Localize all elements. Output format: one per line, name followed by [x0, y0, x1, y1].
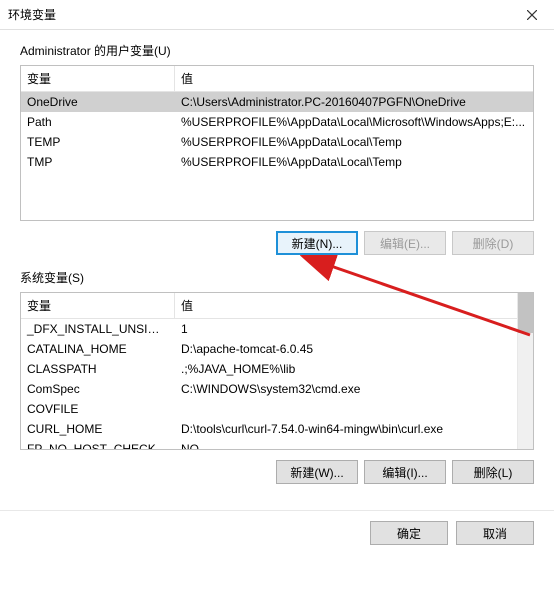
sys-edit-button[interactable]: 编辑(I)... — [364, 460, 446, 484]
cell-var: TEMP — [21, 132, 175, 152]
user-header-val[interactable]: 值 — [175, 66, 533, 92]
cell-val: C:\Users\Administrator.PC-20160407PGFN\O… — [175, 92, 533, 112]
user-vars-label: Administrator 的用户变量(U) — [20, 42, 534, 59]
cell-val: D:\tools\curl\curl-7.54.0-win64-mingw\bi… — [175, 419, 517, 439]
sys-header-val[interactable]: 值 — [175, 293, 517, 319]
table-row[interactable]: TEMP%USERPROFILE%\AppData\Local\Temp — [21, 132, 533, 152]
user-vars-table: 变量 值 OneDriveC:\Users\Administrator.PC-2… — [20, 65, 534, 221]
cell-val: 1 — [175, 319, 517, 339]
cell-var: CURL_HOME — [21, 419, 175, 439]
user-edit-button[interactable]: 编辑(E)... — [364, 231, 446, 255]
window-title: 环境变量 — [8, 6, 56, 23]
table-row[interactable]: _DFX_INSTALL_UNSIGNED...1 — [21, 319, 517, 339]
sys-header-var[interactable]: 变量 — [21, 293, 175, 319]
titlebar: 环境变量 — [0, 0, 554, 30]
cell-val: .;%JAVA_HOME%\lib — [175, 359, 517, 379]
sys-scrollbar[interactable] — [517, 293, 533, 449]
cell-var: ComSpec — [21, 379, 175, 399]
cell-val: C:\WINDOWS\system32\cmd.exe — [175, 379, 517, 399]
cell-val: NO — [175, 439, 517, 449]
table-row[interactable]: CATALINA_HOMED:\apache-tomcat-6.0.45 — [21, 339, 517, 359]
cell-var: OneDrive — [21, 92, 175, 112]
cell-var: Path — [21, 112, 175, 132]
cell-val: %USERPROFILE%\AppData\Local\Temp — [175, 132, 533, 152]
sys-new-button[interactable]: 新建(W)... — [276, 460, 358, 484]
ok-button[interactable]: 确定 — [370, 521, 448, 545]
system-vars-table: 变量 值 _DFX_INSTALL_UNSIGNED...1CATALINA_H… — [20, 292, 534, 450]
close-button[interactable] — [509, 0, 554, 30]
cell-val: %USERPROFILE%\AppData\Local\Microsoft\Wi… — [175, 112, 533, 132]
sys-delete-button[interactable]: 删除(L) — [452, 460, 534, 484]
cell-var: FP_NO_HOST_CHECK — [21, 439, 175, 449]
user-new-button[interactable]: 新建(N)... — [276, 231, 358, 255]
cell-val: D:\apache-tomcat-6.0.45 — [175, 339, 517, 359]
table-row[interactable]: ComSpecC:\WINDOWS\system32\cmd.exe — [21, 379, 517, 399]
table-row[interactable]: CURL_HOMED:\tools\curl\curl-7.54.0-win64… — [21, 419, 517, 439]
cell-var: CATALINA_HOME — [21, 339, 175, 359]
cell-var: TMP — [21, 152, 175, 172]
scroll-thumb[interactable] — [518, 293, 533, 333]
cell-val: %USERPROFILE%\AppData\Local\Temp — [175, 152, 533, 172]
table-row[interactable]: TMP%USERPROFILE%\AppData\Local\Temp — [21, 152, 533, 172]
user-delete-button[interactable]: 删除(D) — [452, 231, 534, 255]
table-row[interactable]: Path%USERPROFILE%\AppData\Local\Microsof… — [21, 112, 533, 132]
cell-var: COVFILE — [21, 399, 175, 419]
close-icon — [527, 10, 537, 20]
table-row[interactable]: OneDriveC:\Users\Administrator.PC-201604… — [21, 92, 533, 112]
cell-var: _DFX_INSTALL_UNSIGNED... — [21, 319, 175, 339]
table-row[interactable]: FP_NO_HOST_CHECKNO — [21, 439, 517, 449]
user-header-var[interactable]: 变量 — [21, 66, 175, 92]
cancel-button[interactable]: 取消 — [456, 521, 534, 545]
table-row[interactable]: CLASSPATH.;%JAVA_HOME%\lib — [21, 359, 517, 379]
table-row[interactable]: COVFILE — [21, 399, 517, 419]
cell-val — [175, 399, 517, 419]
cell-var: CLASSPATH — [21, 359, 175, 379]
system-vars-label: 系统变量(S) — [20, 269, 534, 286]
